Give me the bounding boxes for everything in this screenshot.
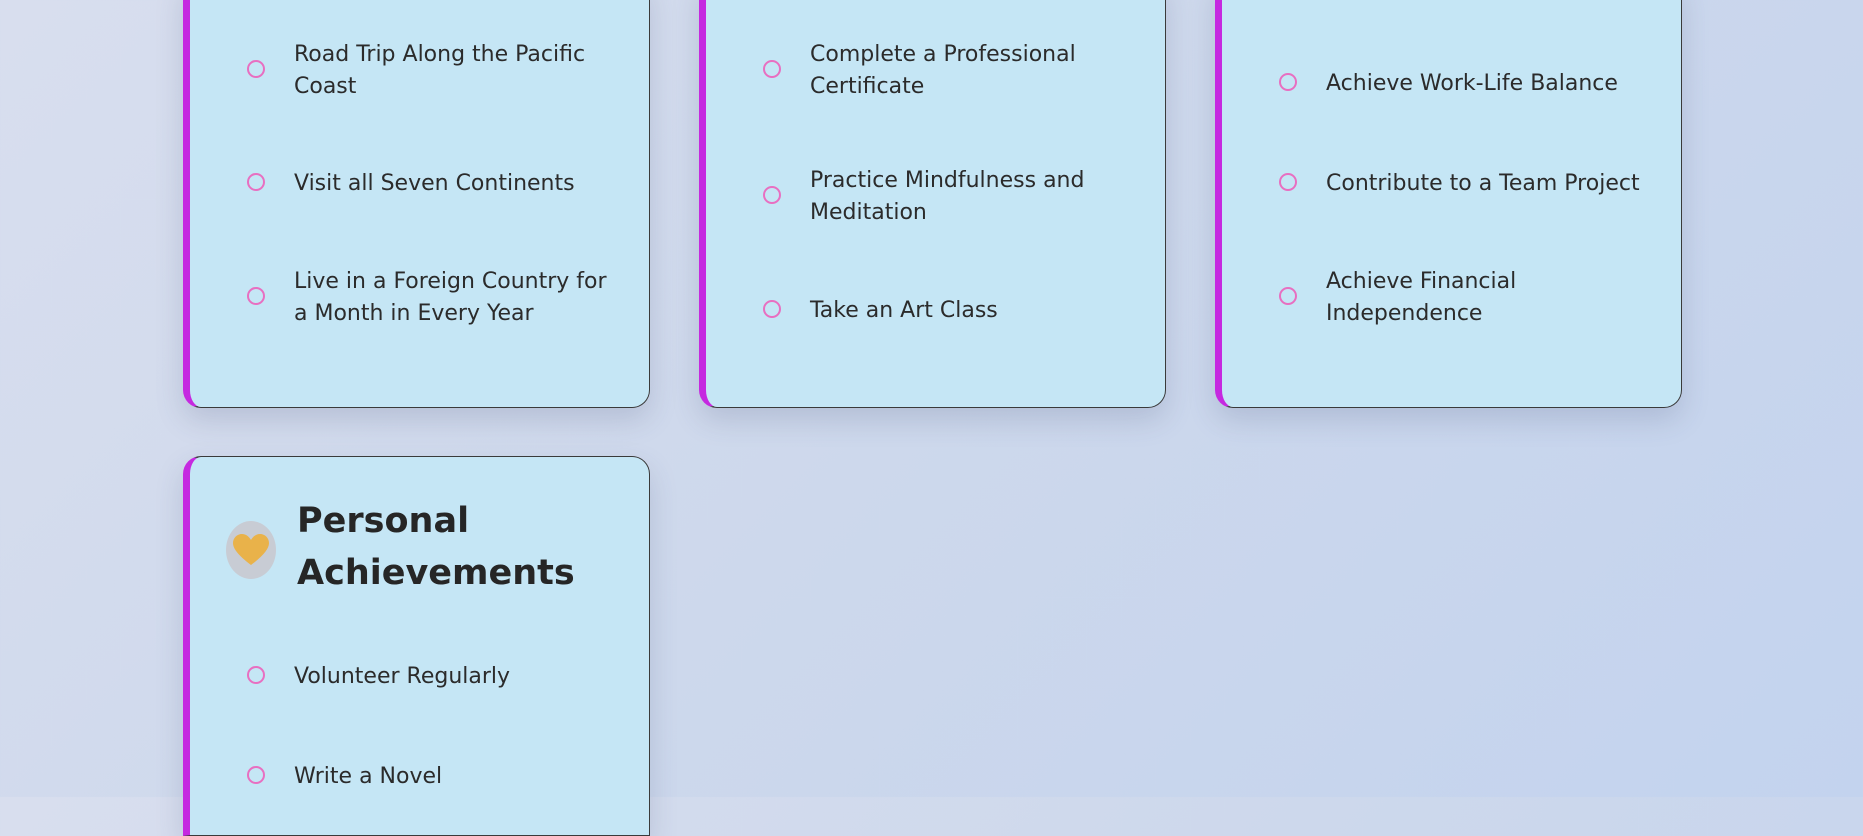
goal-checkbox[interactable] [763, 300, 781, 318]
goal-item[interactable]: Take an Art Class [706, 271, 1165, 351]
goal-label: Take an Art Class [810, 298, 998, 323]
goal-checkbox[interactable] [247, 173, 265, 191]
goal-item[interactable]: Road Trip Along the Pacific Coast [190, 31, 649, 111]
goal-label: Road Trip Along the Pacific Coast [294, 42, 586, 99]
goal-item[interactable]: Achieve Work-Life Balance [1222, 44, 1681, 124]
goal-checkbox[interactable] [1279, 173, 1297, 191]
goal-label: Visit all Seven Continents [294, 171, 575, 196]
goal-checkbox[interactable] [247, 766, 265, 784]
goal-label: Contribute to a Team Project [1326, 171, 1640, 196]
card-header: Personal Achievements [190, 495, 649, 595]
goal-card-1: Road Trip Along the Pacific Coast Visit … [183, 0, 650, 408]
goal-item[interactable]: Complete a Professional Certificate [706, 31, 1165, 111]
heart-icon [226, 521, 276, 579]
goal-item[interactable]: Visit all Seven Continents [190, 144, 649, 224]
goal-checkbox[interactable] [1279, 287, 1297, 305]
goal-label: Volunteer Regularly [294, 664, 511, 689]
goal-item[interactable]: Live in a Foreign Country for a Month in… [190, 258, 649, 338]
goal-checkbox[interactable] [247, 287, 265, 305]
goal-label: Live in a Foreign Country for a Month in… [294, 269, 607, 326]
goal-label: Complete a Professional Certificate [810, 42, 1076, 99]
goal-card-2: Complete a Professional Certificate Prac… [699, 0, 1166, 408]
goal-checkbox[interactable] [247, 666, 265, 684]
goal-checkbox[interactable] [247, 60, 265, 78]
goal-label: Achieve Work-Life Balance [1326, 71, 1618, 96]
goal-item[interactable]: Practice Mindfulness and Meditation [706, 157, 1165, 237]
goal-label: Write a Novel [294, 764, 443, 789]
goal-card-3: Achieve Work-Life Balance Contribute to … [1215, 0, 1682, 408]
goal-card-personal-achievements: Personal Achievements Volunteer Regularl… [183, 456, 650, 836]
goal-checkbox[interactable] [1279, 73, 1297, 91]
goal-item[interactable]: Contribute to a Team Project [1222, 144, 1681, 224]
goal-item[interactable]: Write a Novel [190, 737, 649, 817]
goal-label: Practice Mindfulness and Meditation [810, 168, 1085, 225]
goal-label: Achieve Financial Independence [1326, 269, 1517, 326]
goal-checkbox[interactable] [763, 60, 781, 78]
card-title: Personal Achievements [297, 501, 575, 593]
goal-item[interactable]: Achieve Financial Independence [1222, 258, 1681, 338]
goal-checkbox[interactable] [763, 186, 781, 204]
goal-item[interactable]: Volunteer Regularly [190, 637, 649, 717]
